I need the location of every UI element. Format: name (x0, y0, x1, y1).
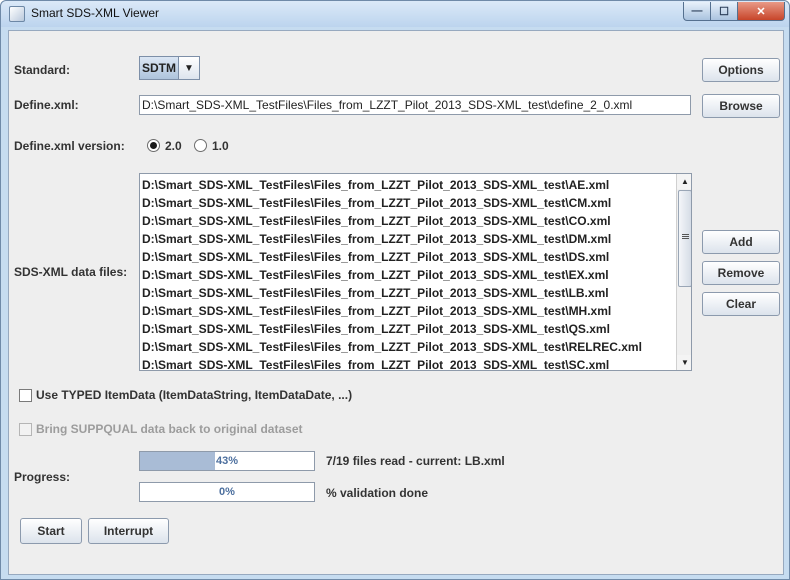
maximize-button[interactable]: ☐ (710, 2, 738, 21)
files-read-status: 7/19 files read - current: LB.xml (326, 454, 505, 468)
list-item[interactable]: D:\Smart_SDS-XML_TestFiles\Files_from_LZ… (142, 320, 642, 338)
list-item[interactable]: D:\Smart_SDS-XML_TestFiles\Files_from_LZ… (142, 230, 642, 248)
version-2-0-radio[interactable] (147, 139, 160, 152)
define-label: Define.xml: (14, 98, 79, 112)
validation-progressbar: 0% (139, 482, 315, 502)
list-item[interactable]: D:\Smart_SDS-XML_TestFiles\Files_from_LZ… (142, 338, 642, 356)
list-item[interactable]: D:\Smart_SDS-XML_TestFiles\Files_from_LZ… (142, 194, 642, 212)
standard-combobox[interactable]: SDTM ▼ (139, 56, 200, 80)
chevron-down-icon[interactable]: ▼ (179, 56, 200, 80)
main-panel: Standard: SDTM ▼ Options Define.xml: D:\… (8, 30, 784, 575)
typed-itemdata-checkbox[interactable] (19, 389, 32, 402)
remove-button[interactable]: Remove (702, 261, 780, 285)
version-1-0-label: 1.0 (212, 139, 229, 153)
data-files-list[interactable]: D:\Smart_SDS-XML_TestFiles\Files_from_LZ… (139, 173, 692, 371)
start-button[interactable]: Start (20, 518, 82, 544)
suppqual-checkbox[interactable] (19, 423, 32, 436)
version-1-0-radio[interactable] (194, 139, 207, 152)
add-button[interactable]: Add (702, 230, 780, 254)
window-title: Smart SDS-XML Viewer (31, 6, 160, 20)
files-read-progressbar: 43% (139, 451, 315, 471)
typed-itemdata-label: Use TYPED ItemData (ItemDataString, Item… (36, 388, 353, 402)
validation-status: % validation done (326, 486, 429, 500)
list-item[interactable]: D:\Smart_SDS-XML_TestFiles\Files_from_LZ… (142, 212, 642, 230)
suppqual-label: Bring SUPPQUAL data back to original dat… (36, 422, 303, 436)
interrupt-button[interactable]: Interrupt (88, 518, 169, 544)
vertical-scrollbar[interactable]: ▲ ▼ (676, 174, 691, 370)
grip-icon (682, 234, 689, 240)
list-item[interactable]: D:\Smart_SDS-XML_TestFiles\Files_from_LZ… (142, 302, 642, 320)
scrollbar-thumb[interactable] (678, 190, 691, 287)
title-bar[interactable]: Smart SDS-XML Viewer — ☐ ✕ (1, 1, 789, 27)
clear-button[interactable]: Clear (702, 292, 780, 316)
progress-label: Progress: (14, 470, 71, 484)
list-item[interactable]: D:\Smart_SDS-XML_TestFiles\Files_from_LZ… (142, 266, 642, 284)
list-item[interactable]: D:\Smart_SDS-XML_TestFiles\Files_from_LZ… (142, 356, 642, 370)
data-files-label: SDS-XML data files: (14, 265, 128, 279)
define-version-label: Define.xml version: (14, 139, 125, 153)
validation-progress-text: 0% (219, 486, 235, 498)
list-item[interactable]: D:\Smart_SDS-XML_TestFiles\Files_from_LZ… (142, 176, 642, 194)
define-path-field[interactable]: D:\Smart_SDS-XML_TestFiles\Files_from_LZ… (139, 95, 691, 115)
browse-button[interactable]: Browse (702, 94, 780, 118)
scroll-down-icon[interactable]: ▼ (677, 355, 691, 370)
files-read-progress-text: 43% (215, 455, 239, 467)
version-2-0-label: 2.0 (165, 139, 182, 153)
standard-selected-value[interactable]: SDTM (139, 56, 179, 80)
scroll-up-icon[interactable]: ▲ (677, 174, 691, 189)
app-icon (9, 6, 25, 22)
standard-label: Standard: (14, 63, 71, 77)
list-item[interactable]: D:\Smart_SDS-XML_TestFiles\Files_from_LZ… (142, 248, 642, 266)
app-window: Smart SDS-XML Viewer — ☐ ✕ Standard: SDT… (0, 0, 790, 580)
options-button[interactable]: Options (702, 58, 780, 82)
list-item[interactable]: D:\Smart_SDS-XML_TestFiles\Files_from_LZ… (142, 284, 642, 302)
minimize-button[interactable]: — (683, 2, 711, 21)
close-button[interactable]: ✕ (737, 2, 785, 21)
